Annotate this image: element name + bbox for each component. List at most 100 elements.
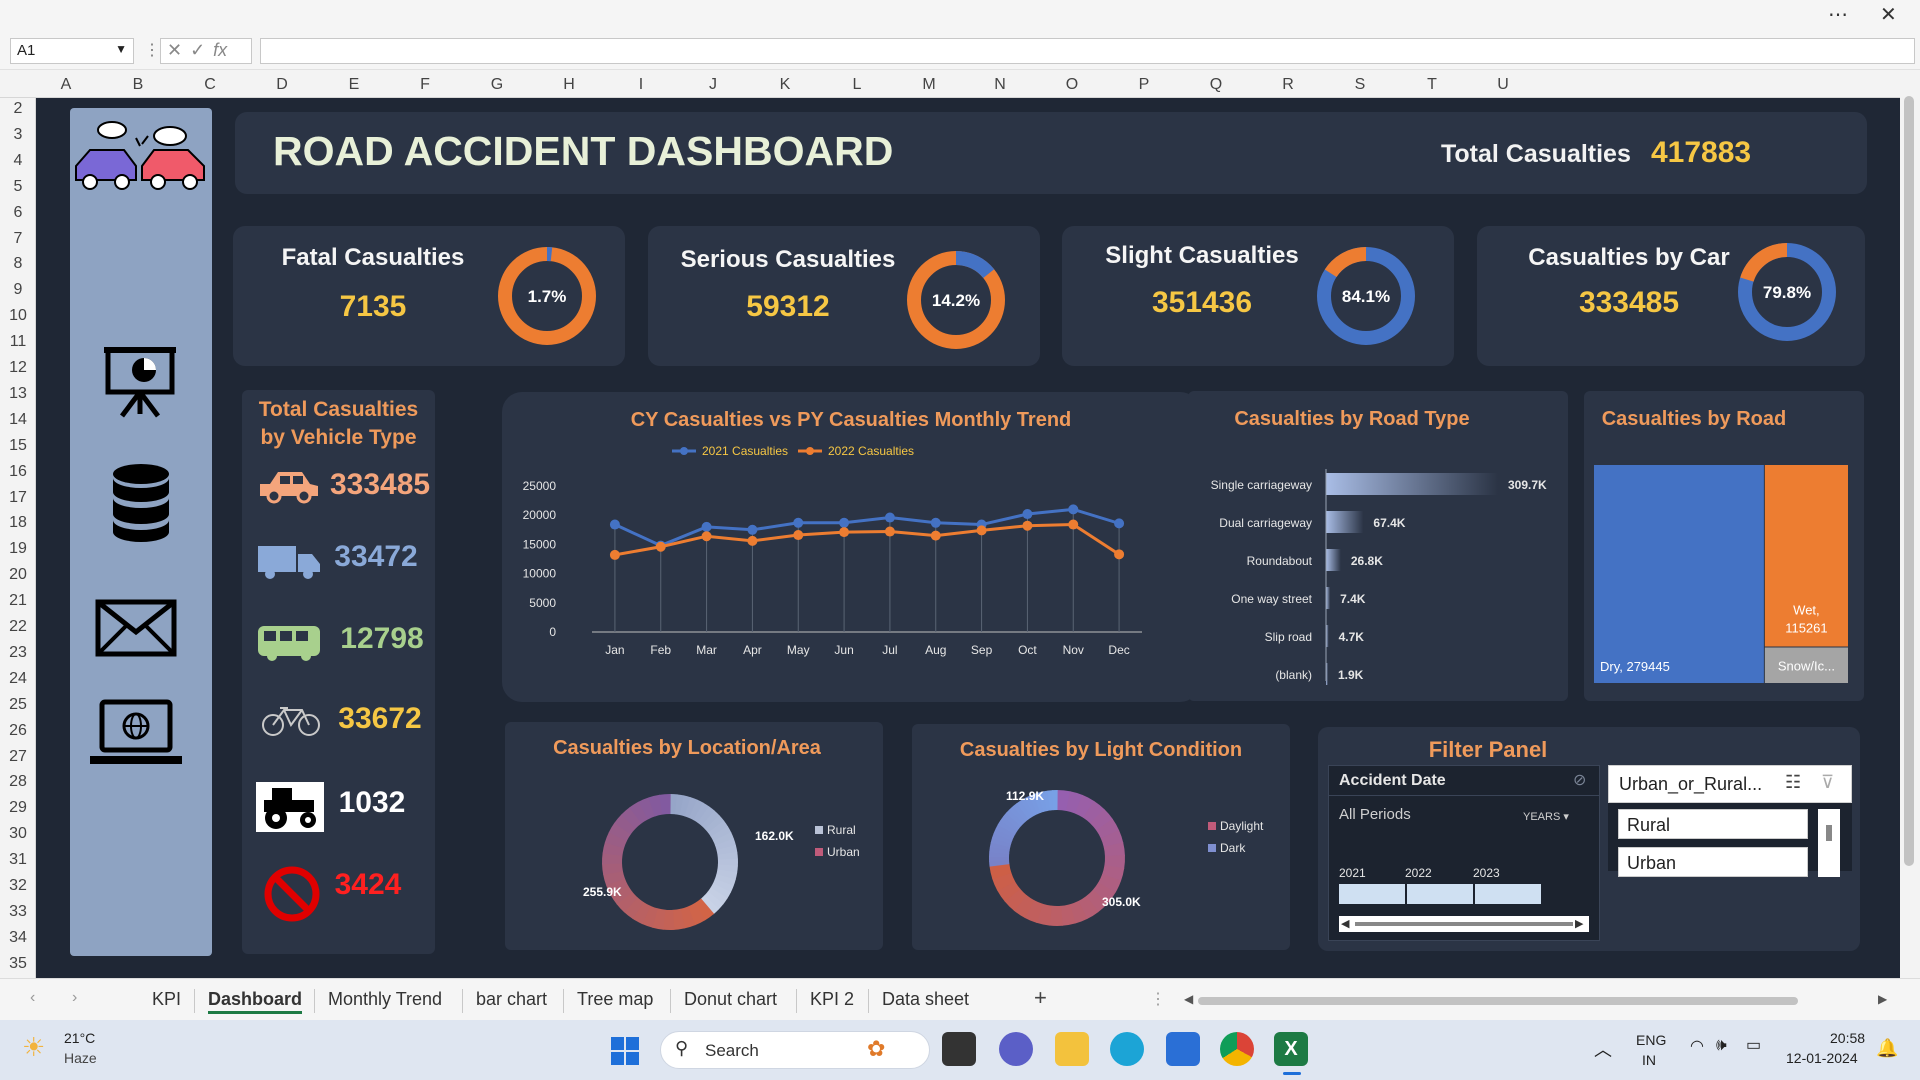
- column-header[interactable]: J: [698, 76, 728, 94]
- edge-icon[interactable]: [1110, 1032, 1144, 1066]
- next-sheet-icon[interactable]: ›: [72, 989, 77, 1007]
- row-header[interactable]: 3: [0, 126, 36, 144]
- row-header[interactable]: 27: [0, 748, 36, 766]
- sheet-tab[interactable]: KPI 2: [810, 989, 854, 1010]
- sheet-tab[interactable]: bar chart: [476, 989, 547, 1010]
- database-icon[interactable]: [106, 462, 176, 544]
- column-header[interactable]: G: [482, 76, 512, 94]
- clear-filter-icon[interactable]: ⊽: [1821, 772, 1834, 793]
- row-header[interactable]: 16: [0, 463, 36, 481]
- column-header[interactable]: K: [770, 76, 800, 94]
- column-header[interactable]: P: [1129, 76, 1159, 94]
- timeline-scroll-thumb[interactable]: [1355, 922, 1573, 926]
- weather-icon[interactable]: ☀: [22, 1032, 45, 1063]
- column-header[interactable]: D: [267, 76, 297, 94]
- column-header[interactable]: S: [1345, 76, 1375, 94]
- timeline-scrollbar[interactable]: ◀ ▶: [1339, 916, 1589, 932]
- close-icon[interactable]: ✕: [1880, 2, 1897, 27]
- scroll-right-icon[interactable]: ▶: [1575, 917, 1583, 930]
- notification-bell-icon[interactable]: 🔔: [1876, 1038, 1898, 1059]
- column-header[interactable]: U: [1488, 76, 1518, 94]
- volume-icon[interactable]: 🕪: [1716, 1035, 1727, 1055]
- task-view-icon[interactable]: [942, 1032, 976, 1066]
- row-header[interactable]: 20: [0, 566, 36, 584]
- row-header[interactable]: 29: [0, 799, 36, 817]
- column-header[interactable]: R: [1273, 76, 1303, 94]
- column-header[interactable]: N: [985, 76, 1015, 94]
- mail-icon[interactable]: [94, 598, 178, 658]
- sheet-tab[interactable]: KPI: [152, 989, 181, 1010]
- column-header[interactable]: L: [842, 76, 872, 94]
- row-header[interactable]: 28: [0, 773, 36, 791]
- column-header[interactable]: C: [195, 76, 225, 94]
- sheet-tab[interactable]: Dashboard: [208, 989, 303, 1014]
- horizontal-scrollbar[interactable]: ◀ ▶: [1184, 992, 1890, 1007]
- row-header[interactable]: 8: [0, 255, 36, 273]
- sheet-tab[interactable]: Donut chart: [684, 989, 777, 1010]
- timeline-bar[interactable]: [1407, 884, 1473, 904]
- row-header[interactable]: 9: [0, 281, 36, 299]
- name-box[interactable]: A1 ▼: [10, 38, 134, 64]
- column-header[interactable]: Q: [1201, 76, 1231, 94]
- file-explorer-icon[interactable]: [1055, 1032, 1089, 1066]
- row-header[interactable]: 33: [0, 903, 36, 921]
- scroll-thumb[interactable]: [1904, 96, 1914, 866]
- multi-select-icon[interactable]: ☷: [1785, 772, 1801, 793]
- row-header[interactable]: 25: [0, 696, 36, 714]
- row-header[interactable]: 14: [0, 411, 36, 429]
- column-header[interactable]: T: [1417, 76, 1447, 94]
- clock-date[interactable]: 12-01-2024: [1786, 1050, 1858, 1066]
- row-header[interactable]: 2: [0, 100, 36, 118]
- sheet-tab[interactable]: Tree map: [577, 989, 653, 1010]
- clear-filter-icon[interactable]: ⊘: [1573, 770, 1586, 790]
- timeline-bar[interactable]: [1339, 884, 1405, 904]
- laptop-globe-icon[interactable]: [88, 698, 184, 770]
- timeline-bar[interactable]: [1475, 884, 1541, 904]
- wifi-icon[interactable]: ◠: [1690, 1036, 1704, 1056]
- store-icon[interactable]: [1166, 1032, 1200, 1066]
- row-header[interactable]: 21: [0, 592, 36, 610]
- row-header[interactable]: 6: [0, 204, 36, 222]
- row-header[interactable]: 10: [0, 307, 36, 325]
- sheet-tab[interactable]: Monthly Trend: [328, 989, 442, 1010]
- column-header[interactable]: H: [554, 76, 584, 94]
- timeline-unit-dropdown[interactable]: YEARS ▾: [1523, 810, 1569, 823]
- urban-rural-slicer[interactable]: Urban_or_Rural... ☷ ⊽ Rural Urban: [1608, 765, 1852, 877]
- tab-options-icon[interactable]: ⋮: [1150, 989, 1166, 1009]
- battery-icon[interactable]: ▭: [1746, 1035, 1761, 1055]
- more-options-icon[interactable]: ⋯: [1828, 2, 1848, 27]
- add-sheet-button[interactable]: +: [1034, 985, 1047, 1011]
- slicer-scrollbar[interactable]: [1818, 809, 1840, 877]
- row-header[interactable]: 11: [0, 333, 36, 351]
- row-header[interactable]: 23: [0, 644, 36, 662]
- language-line1[interactable]: ENG: [1636, 1032, 1666, 1048]
- row-header[interactable]: 22: [0, 618, 36, 636]
- row-header[interactable]: 15: [0, 437, 36, 455]
- chat-icon[interactable]: [999, 1032, 1033, 1066]
- column-header[interactable]: A: [51, 76, 81, 94]
- prev-sheet-icon[interactable]: ‹: [30, 989, 35, 1007]
- formula-input[interactable]: [260, 38, 1915, 64]
- column-header[interactable]: E: [339, 76, 369, 94]
- row-header[interactable]: 31: [0, 851, 36, 869]
- column-header[interactable]: B: [123, 76, 153, 94]
- row-header[interactable]: 7: [0, 230, 36, 248]
- presentation-icon[interactable]: [100, 340, 180, 420]
- search-box[interactable]: ⚲ Search ✿: [660, 1031, 930, 1069]
- row-header[interactable]: 32: [0, 877, 36, 895]
- column-header[interactable]: F: [410, 76, 440, 94]
- scroll-left-icon[interactable]: ◀: [1341, 917, 1349, 930]
- windows-start-icon[interactable]: [610, 1036, 640, 1066]
- slicer-item-rural[interactable]: Rural: [1618, 809, 1808, 839]
- clock-time[interactable]: 20:58: [1830, 1030, 1865, 1046]
- chevron-up-icon[interactable]: ︿: [1594, 1036, 1612, 1062]
- row-header[interactable]: 12: [0, 359, 36, 377]
- fx-icon[interactable]: fx: [213, 40, 227, 60]
- row-header[interactable]: 19: [0, 540, 36, 558]
- row-header[interactable]: 4: [0, 152, 36, 170]
- row-header[interactable]: 5: [0, 178, 36, 196]
- slicer-item-urban[interactable]: Urban: [1618, 847, 1808, 877]
- excel-icon[interactable]: X: [1274, 1032, 1308, 1066]
- row-header[interactable]: 24: [0, 670, 36, 688]
- row-header[interactable]: 26: [0, 722, 36, 740]
